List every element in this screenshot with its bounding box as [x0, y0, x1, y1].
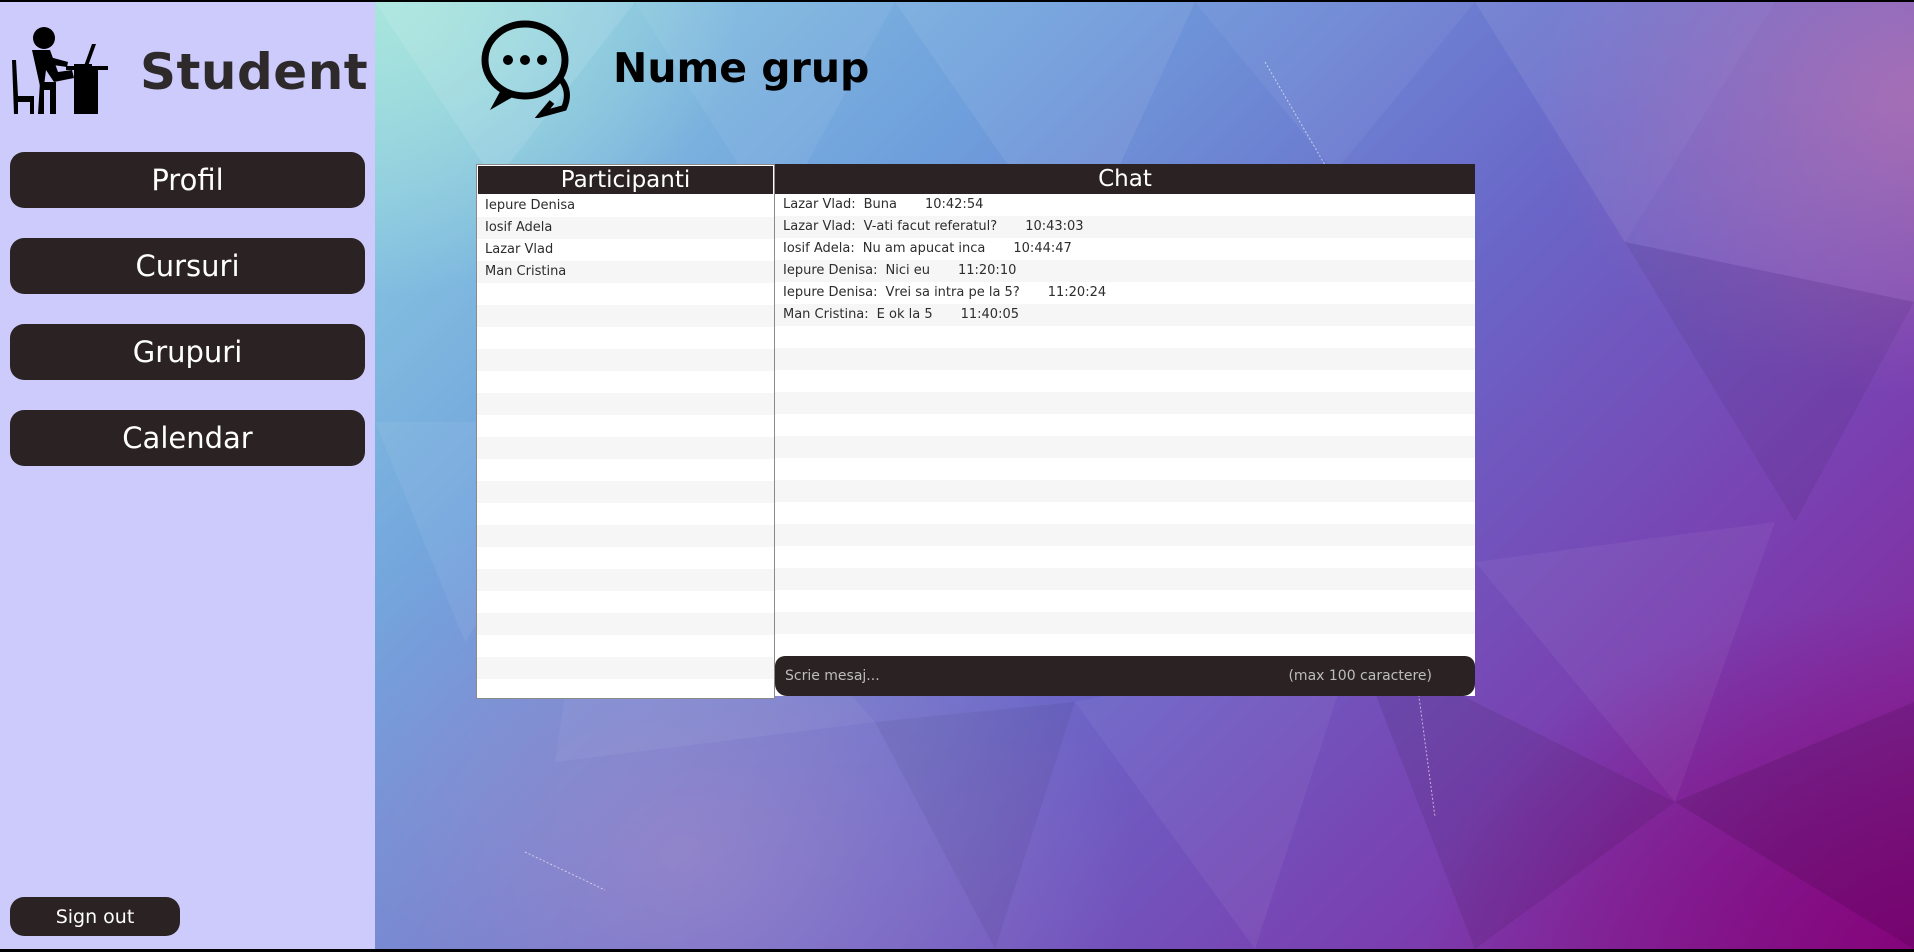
chat-empty-row: [775, 524, 1475, 546]
participant-empty-row: [477, 459, 774, 481]
message-timestamp: 10:43:03: [1025, 219, 1084, 234]
group-title: Nume grup: [613, 44, 870, 92]
participants-header: Participanti: [477, 165, 774, 195]
message-timestamp: 10:44:47: [1013, 241, 1072, 256]
participants-list: Iepure Denisa Iosif Adela Lazar Vlad Man Cr…: [477, 195, 774, 698]
chat-messages-list: Lazar Vlad: Buna 10:42:54 Lazar Vlad: V-ati …: [775, 194, 1475, 650]
message-author: Lazar Vlad:: [783, 219, 856, 234]
chat-empty-row: [775, 568, 1475, 590]
chat-empty-row: [775, 480, 1475, 502]
chat-empty-row: [775, 436, 1475, 458]
participant-empty-row: [477, 415, 774, 437]
chat-message: Lazar Vlad: V-ati facut referatul? 10:43:0…: [775, 216, 1475, 238]
nav-cursuri-button[interactable]: Cursuri: [10, 238, 365, 294]
participant-empty-row: [477, 393, 774, 415]
message-author: Iepure Denisa:: [783, 285, 878, 300]
message-author: Man Cristina:: [783, 307, 869, 322]
message-author: Lazar Vlad:: [783, 197, 856, 212]
nav-grupuri-button[interactable]: Grupuri: [10, 324, 365, 380]
chat-header: Chat: [775, 164, 1475, 194]
message-text: Vrei sa intra pe la 5?: [885, 285, 1020, 300]
participant-item[interactable]: Iepure Denisa: [477, 195, 774, 217]
participant-empty-row: [477, 635, 774, 657]
chat-message: Lazar Vlad: Buna 10:42:54: [775, 194, 1475, 216]
chat-bubbles-icon: [481, 20, 570, 118]
message-timestamp: 10:42:54: [924, 197, 984, 212]
participant-empty-row: [477, 371, 774, 393]
brand-title: Student: [140, 43, 369, 101]
chat-empty-row: [775, 590, 1475, 612]
participant-empty-row: [477, 525, 774, 547]
chat-empty-row: [775, 326, 1475, 348]
sign-out-button[interactable]: Sign out: [10, 897, 180, 936]
main-content: Nume grup Participanti Iepure Denisa Iosi…: [375, 2, 1914, 949]
chat-message: Iepure Denisa: Nici eu 11:20:10: [775, 260, 1475, 282]
message-text: Nici eu: [885, 263, 930, 278]
group-header: Nume grup: [480, 18, 869, 118]
chat-empty-row: [775, 546, 1475, 568]
participant-empty-row: [477, 503, 774, 525]
chat-empty-row: [775, 392, 1475, 414]
participant-item[interactable]: Lazar Vlad: [477, 239, 774, 261]
participant-item[interactable]: Man Cristina: [477, 261, 774, 283]
student-at-desk-icon: [12, 27, 108, 114]
chat-empty-row: [775, 634, 1475, 650]
participant-empty-row: [477, 349, 774, 371]
participants-panel: Participanti Iepure Denisa Iosif Adela Laz…: [476, 164, 775, 699]
message-author: Iepure Denisa:: [783, 263, 878, 278]
participant-empty-row: [477, 547, 774, 569]
message-limit-hint: (max 100 caractere): [1288, 668, 1432, 684]
participant-empty-row: [477, 283, 774, 305]
participant-empty-row: [477, 305, 774, 327]
message-text: Buna: [863, 197, 897, 212]
brand: Student: [10, 26, 368, 118]
chat-panel: Chat Lazar Vlad: Buna 10:42:54 Lazar Vlad: V…: [775, 164, 1475, 696]
message-text: E ok la 5: [876, 307, 933, 322]
message-input-bar[interactable]: (max 100 caractere): [775, 656, 1475, 696]
chat-message: Iepure Denisa: Vrei sa intra pe la 5? 11:2…: [775, 282, 1475, 304]
nav-profil-button[interactable]: Profil: [10, 152, 365, 208]
participant-empty-row: [477, 657, 774, 679]
message-timestamp: 11:40:05: [960, 307, 1019, 322]
participant-empty-row: [477, 481, 774, 503]
message-text: Nu am apucat inca: [862, 241, 986, 256]
message-author: Iosif Adela:: [783, 241, 855, 256]
message-text: V-ati facut referatul?: [863, 219, 998, 234]
participant-empty-row: [477, 327, 774, 349]
participant-empty-row: [477, 591, 774, 613]
participant-empty-row: [477, 437, 774, 459]
app-window: Student Profil Cursuri Grupuri Calendar …: [0, 2, 1914, 949]
participant-empty-row: [477, 569, 774, 591]
message-input[interactable]: [783, 667, 1207, 685]
chat-empty-row: [775, 502, 1475, 524]
chat-empty-row: [775, 348, 1475, 370]
chat-empty-row: [775, 414, 1475, 436]
chat-empty-row: [775, 370, 1475, 392]
message-timestamp: 11:20:10: [957, 263, 1017, 278]
sidebar: Student Profil Cursuri Grupuri Calendar …: [0, 2, 375, 949]
participant-empty-row: [477, 613, 774, 635]
chat-message: Man Cristina: E ok la 5 11:40:05: [775, 304, 1475, 326]
participant-empty-row: [477, 679, 774, 698]
chat-empty-row: [775, 458, 1475, 480]
nav-calendar-button[interactable]: Calendar: [10, 410, 365, 466]
message-timestamp: 11:20:24: [1047, 285, 1107, 300]
participant-item[interactable]: Iosif Adela: [477, 217, 774, 239]
chat-message: Iosif Adela: Nu am apucat inca 10:44:47: [775, 238, 1475, 260]
chat-empty-row: [775, 612, 1475, 634]
